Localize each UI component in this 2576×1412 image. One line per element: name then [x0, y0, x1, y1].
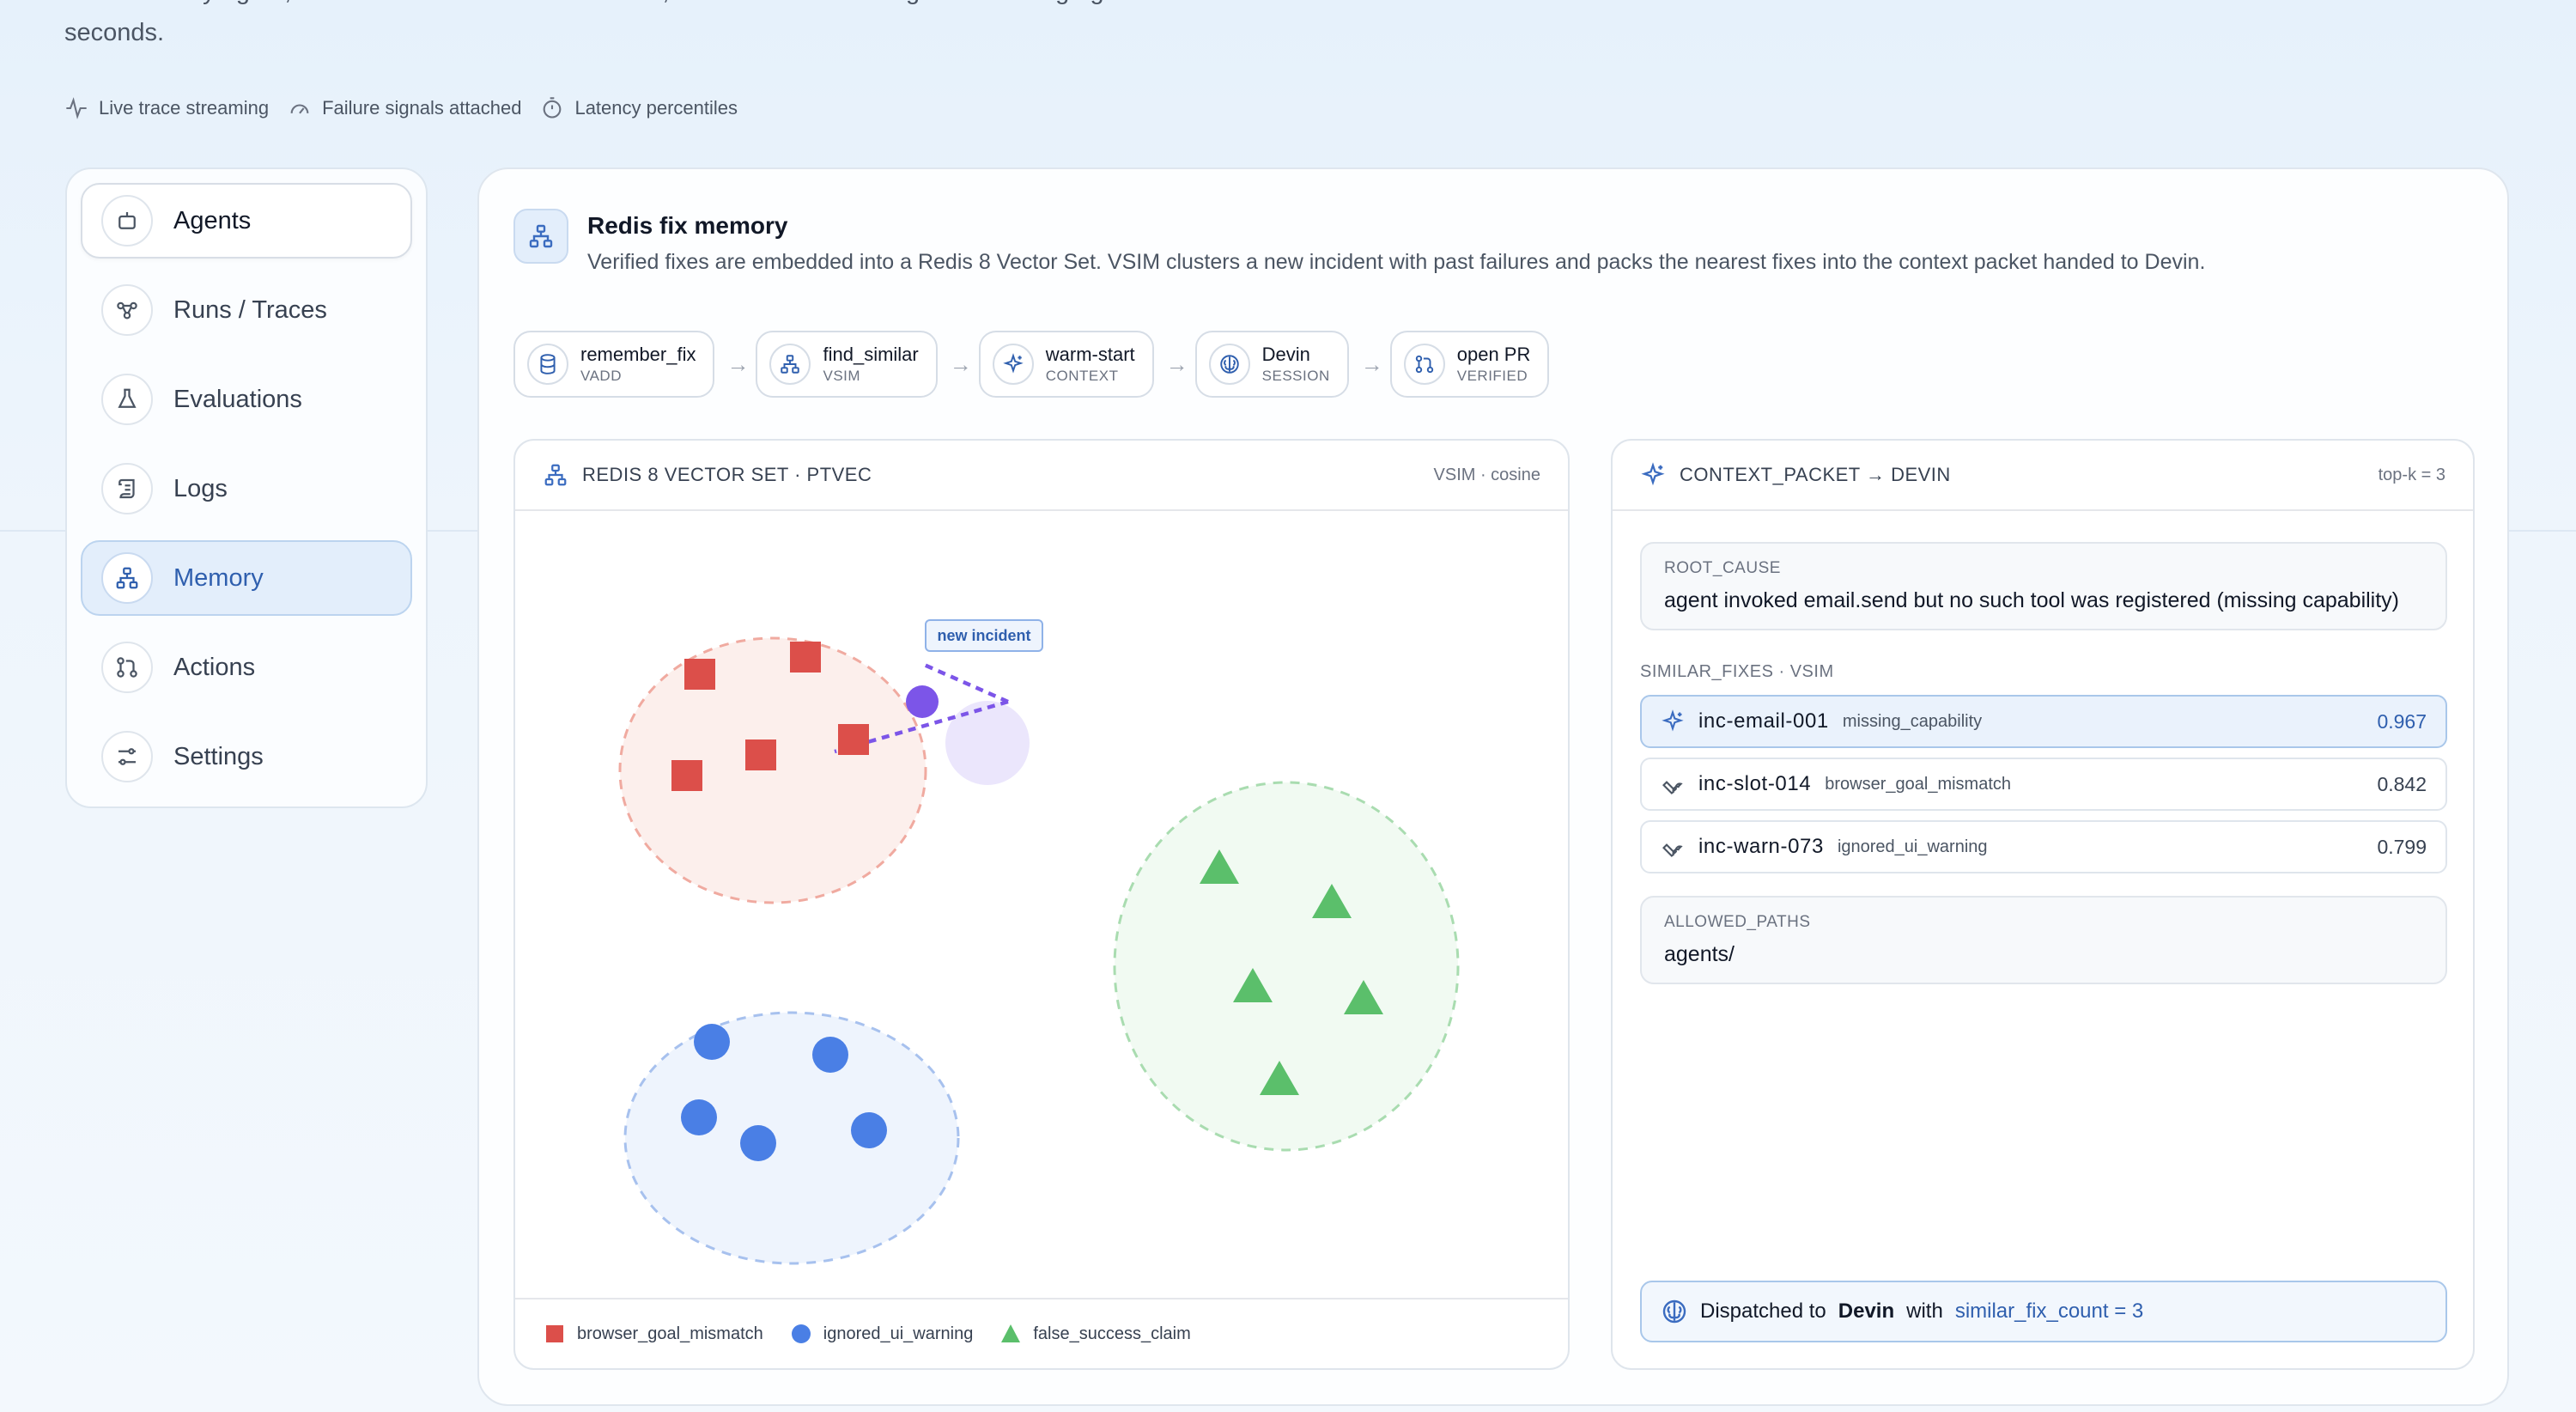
network-icon [101, 284, 153, 336]
step-devin[interactable]: Devin SESSION [1194, 331, 1349, 398]
hierarchy-icon [769, 344, 811, 385]
point-ignored-ui-warning [694, 1024, 730, 1060]
cluster-ignored-ui-warning [623, 1011, 960, 1265]
legend-item: false_success_claim [1000, 1324, 1191, 1344]
sidebar-item-label: Actions [173, 653, 256, 681]
sparkle-icon [1662, 709, 1684, 732]
git-pull-icon [1403, 344, 1445, 385]
flask-icon [101, 374, 153, 425]
step-warm-start[interactable]: warm-start CONTEXT [978, 331, 1154, 398]
context-card-meta: top-k = 3 [2378, 465, 2445, 484]
sparkle-icon [992, 344, 1034, 385]
dispatch-code: similar_fix_count = 3 [1954, 1299, 2144, 1323]
vector-set-card: REDIS 8 VECTOR SET · PTVEC VSIM · cosine [513, 439, 1570, 1370]
intro-text: Monitor every agent, drill into runs and… [64, 0, 1252, 46]
point-ignored-ui-warning [812, 1037, 848, 1073]
root-cause-box: ROOT_CAUSE agent invoked email.send but … [1640, 542, 2447, 630]
point-browser-goal-mismatch [790, 642, 821, 673]
svg-text:new incident: new incident [937, 627, 1030, 644]
arrow-right-icon: → [949, 350, 972, 377]
sidebar-item-label: Logs [173, 474, 228, 502]
dispatch-status: Dispatched to Devin with similar_fix_cou… [1640, 1281, 2447, 1342]
sidebar-item-label: Settings [173, 742, 264, 770]
sidebar-item-agents[interactable]: Agents [81, 183, 412, 259]
sliders-icon [101, 731, 153, 782]
database-icon [527, 344, 568, 385]
vector-card-title: REDIS 8 VECTOR SET · PTVEC [582, 464, 872, 485]
vector-card-meta: VSIM · cosine [1433, 465, 1540, 484]
root-cause-value: agent invoked email.send but no such too… [1664, 588, 2400, 612]
point-browser-goal-mismatch [745, 739, 776, 770]
triangle-icon [1001, 1324, 1021, 1342]
sidebar-item-runs-traces[interactable]: Runs / Traces [81, 272, 412, 348]
brain-icon [1208, 344, 1250, 385]
hierarchy-icon [101, 552, 153, 604]
similar-fix-row[interactable]: inc-email-001 missing_capability 0.967 [1640, 695, 2447, 748]
vector-card-header: REDIS 8 VECTOR SET · PTVEC VSIM · cosine [515, 441, 1568, 511]
circle-icon [791, 1324, 811, 1343]
point-ignored-ui-warning [851, 1112, 887, 1148]
query-halo [945, 701, 1030, 785]
point-browser-goal-mismatch [684, 659, 715, 690]
step-remember-fix[interactable]: remember_fix VADD [513, 331, 715, 398]
git-pull-icon [101, 642, 153, 693]
bot-icon [101, 195, 153, 246]
similar-fixes-label: SIMILAR_FIXES · VSIM [1640, 662, 1834, 681]
sidebar-item-memory[interactable]: Memory [81, 540, 412, 616]
allowed-paths-box: ALLOWED_PATHS agents/ [1640, 896, 2447, 984]
feature-live-trace: Live trace streaming [64, 96, 269, 120]
hierarchy-icon [544, 464, 567, 486]
feature-failure-signals: Failure signals attached [288, 96, 521, 120]
arrow-right-icon: → [726, 350, 750, 377]
gauge-icon [290, 104, 309, 114]
pipeline: remember_fix VADD → find_similar VSIM → wa… [513, 331, 1550, 398]
legend-item: ignored_ui_warning [791, 1324, 973, 1344]
vector-cluster-plot: new incident [618, 619, 1460, 1265]
sidebar-item-label: Memory [173, 563, 264, 592]
point-browser-goal-mismatch [838, 724, 869, 755]
sidebar-item-logs[interactable]: Logs [81, 451, 412, 526]
square-icon [546, 1325, 563, 1342]
brain-icon [1662, 1299, 1686, 1324]
dispatch-target: Devin [1838, 1299, 1895, 1323]
timer-icon [544, 97, 562, 119]
scroll-icon [101, 463, 153, 514]
wrench-icon [1662, 843, 1683, 857]
panel-description: Verified fixes are embedded into a Redis… [587, 250, 2206, 274]
sparkle-icon [1641, 462, 1665, 486]
sidebar-item-evaluations[interactable]: Evaluations [81, 362, 412, 437]
wrench-icon [1662, 781, 1683, 794]
new-incident-tag: new incident [925, 619, 1043, 652]
allowed-paths-value: agents/ [1664, 942, 1735, 966]
hierarchy-icon [513, 209, 568, 264]
step-find-similar[interactable]: find_similar VSIM [756, 331, 938, 398]
similar-fix-row[interactable]: inc-slot-014 browser_goal_mismatch 0.842 [1640, 758, 2447, 811]
feature-latency: Latency percentiles [540, 96, 738, 120]
context-card-title: CONTEXT_PACKET → DEVIN [1680, 464, 1951, 485]
point-ignored-ui-warning [740, 1125, 776, 1161]
similar-fix-row[interactable]: inc-warn-073 ignored_ui_warning 0.799 [1640, 820, 2447, 873]
point-ignored-ui-warning [681, 1099, 717, 1135]
memory-panel: Redis fix memory Verified fixes are embe… [477, 167, 2509, 1406]
pulse-icon [66, 97, 87, 119]
legend-item: browser_goal_mismatch [544, 1324, 763, 1344]
panel-title: Redis fix memory [587, 212, 788, 239]
context-packet-card: CONTEXT_PACKET → DEVIN top-k = 3 ROOT_CA… [1611, 439, 2475, 1370]
sidebar: Agents Runs / Traces Evaluations Logs Me… [65, 167, 428, 808]
sidebar-item-label: Agents [173, 206, 252, 234]
feature-list: Live trace streaming Failure signals att… [64, 96, 738, 120]
sidebar-item-label: Runs / Traces [173, 295, 327, 324]
plot-legend: browser_goal_mismatch ignored_ui_warning… [515, 1298, 1568, 1368]
sidebar-item-settings[interactable]: Settings [81, 719, 412, 794]
panel-header: Redis fix memory Verified fixes are embe… [513, 209, 2205, 275]
sidebar-item-actions[interactable]: Actions [81, 630, 412, 705]
arrow-right-icon: → [1360, 350, 1383, 377]
point-browser-goal-mismatch [671, 760, 702, 791]
step-open-pr[interactable]: open PR VERIFIED [1389, 331, 1550, 398]
arrow-right-icon: → [1165, 350, 1188, 377]
point-new-incident [906, 685, 939, 718]
context-card-header: CONTEXT_PACKET → DEVIN top-k = 3 [1613, 441, 2473, 511]
sidebar-item-label: Evaluations [173, 385, 302, 413]
